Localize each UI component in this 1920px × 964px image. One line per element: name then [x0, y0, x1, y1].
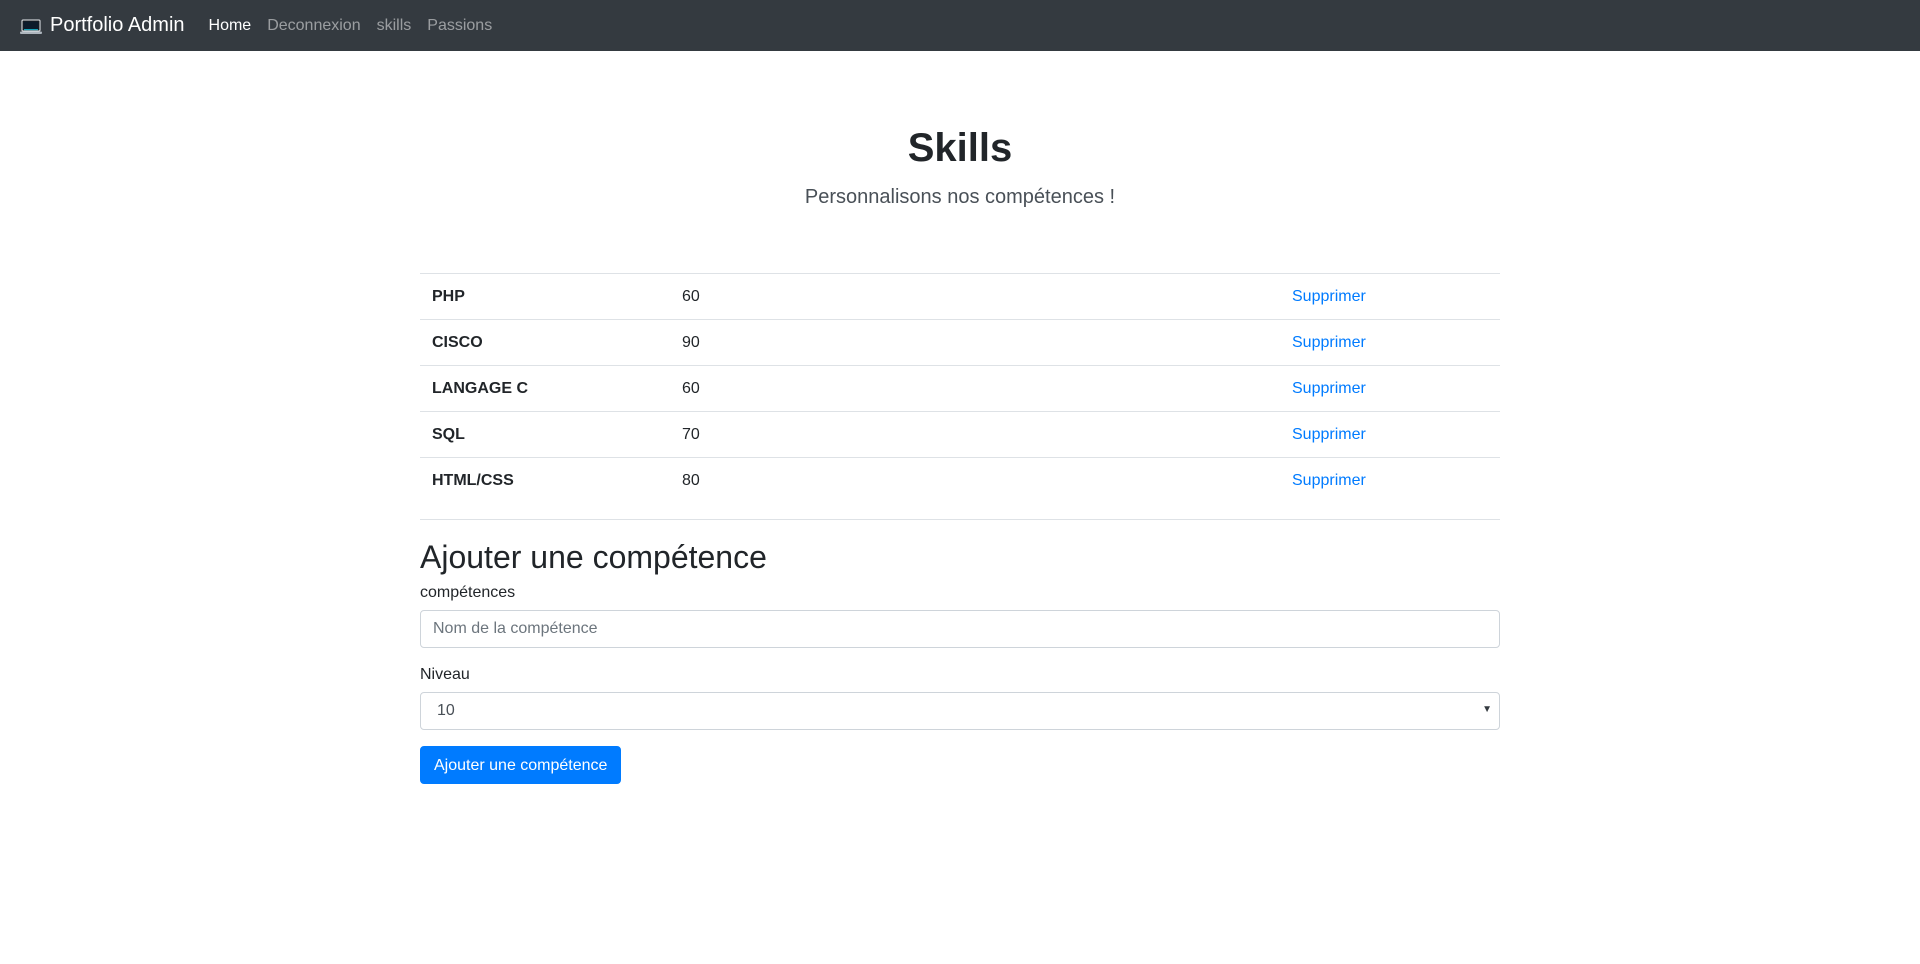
skill-name-input[interactable]: [420, 610, 1500, 648]
caret-down-icon: ▼: [1482, 704, 1492, 715]
table-row: LANGAGE C 60 Supprimer: [420, 365, 1500, 412]
skill-name: CISCO: [420, 319, 670, 366]
nav-link-passions[interactable]: Passions: [427, 17, 492, 35]
hero-section: Skills Personnalisons nos compétences !: [0, 120, 1920, 209]
delete-skill-link[interactable]: Supprimer: [1292, 288, 1366, 305]
skill-level: 90: [670, 319, 1280, 366]
skill-name: PHP: [420, 273, 670, 320]
nav-link-deconnexion[interactable]: Deconnexion: [267, 17, 360, 35]
delete-skill-link[interactable]: Supprimer: [1292, 472, 1366, 489]
skill-name: HTML/CSS: [420, 457, 670, 520]
brand-link[interactable]: Portfolio Admin: [20, 14, 185, 37]
skill-name: LANGAGE C: [420, 365, 670, 412]
form-title: Ajouter une compétence: [420, 539, 767, 575]
skill-name: SQL: [420, 411, 670, 458]
add-skill-form: Ajouter une compétence compétences Nivea…: [420, 538, 1500, 784]
table-row: PHP 60 Supprimer: [420, 273, 1500, 320]
table-row: CISCO 90 Supprimer: [420, 319, 1500, 366]
delete-skill-link[interactable]: Supprimer: [1292, 426, 1366, 443]
table-row: SQL 70 Supprimer: [420, 411, 1500, 458]
add-skill-button[interactable]: Ajouter une compétence: [420, 746, 622, 784]
page-subtitle: Personnalisons nos compétences !: [804, 186, 1116, 208]
skill-level: 80: [670, 457, 1280, 520]
brand-label: Portfolio Admin: [50, 14, 185, 36]
skill-level: 70: [670, 411, 1280, 458]
level-label: Niveau: [420, 666, 470, 683]
skill-name-label: compétences: [420, 584, 516, 601]
skills-table: PHP 60 Supprimer CISCO 90 Supprimer LANG…: [420, 273, 1500, 520]
delete-skill-link[interactable]: Supprimer: [1292, 380, 1366, 397]
page-title: Skills: [907, 126, 1013, 170]
nav-link-skills[interactable]: skills: [377, 17, 412, 35]
skill-level: 60: [670, 273, 1280, 320]
skill-level: 60: [670, 365, 1280, 412]
laptop-icon: [20, 18, 42, 34]
table-row: HTML/CSS 80 Supprimer: [420, 457, 1500, 520]
top-navbar: Portfolio Admin Home Deconnexion skills …: [0, 0, 1920, 51]
level-select[interactable]: 10 ▼: [420, 692, 1500, 730]
main-container: PHP 60 Supprimer CISCO 90 Supprimer LANG…: [420, 273, 1500, 784]
nav-link-home[interactable]: Home: [209, 17, 252, 35]
level-select-value[interactable]: 10: [420, 692, 1500, 730]
delete-skill-link[interactable]: Supprimer: [1292, 334, 1366, 351]
